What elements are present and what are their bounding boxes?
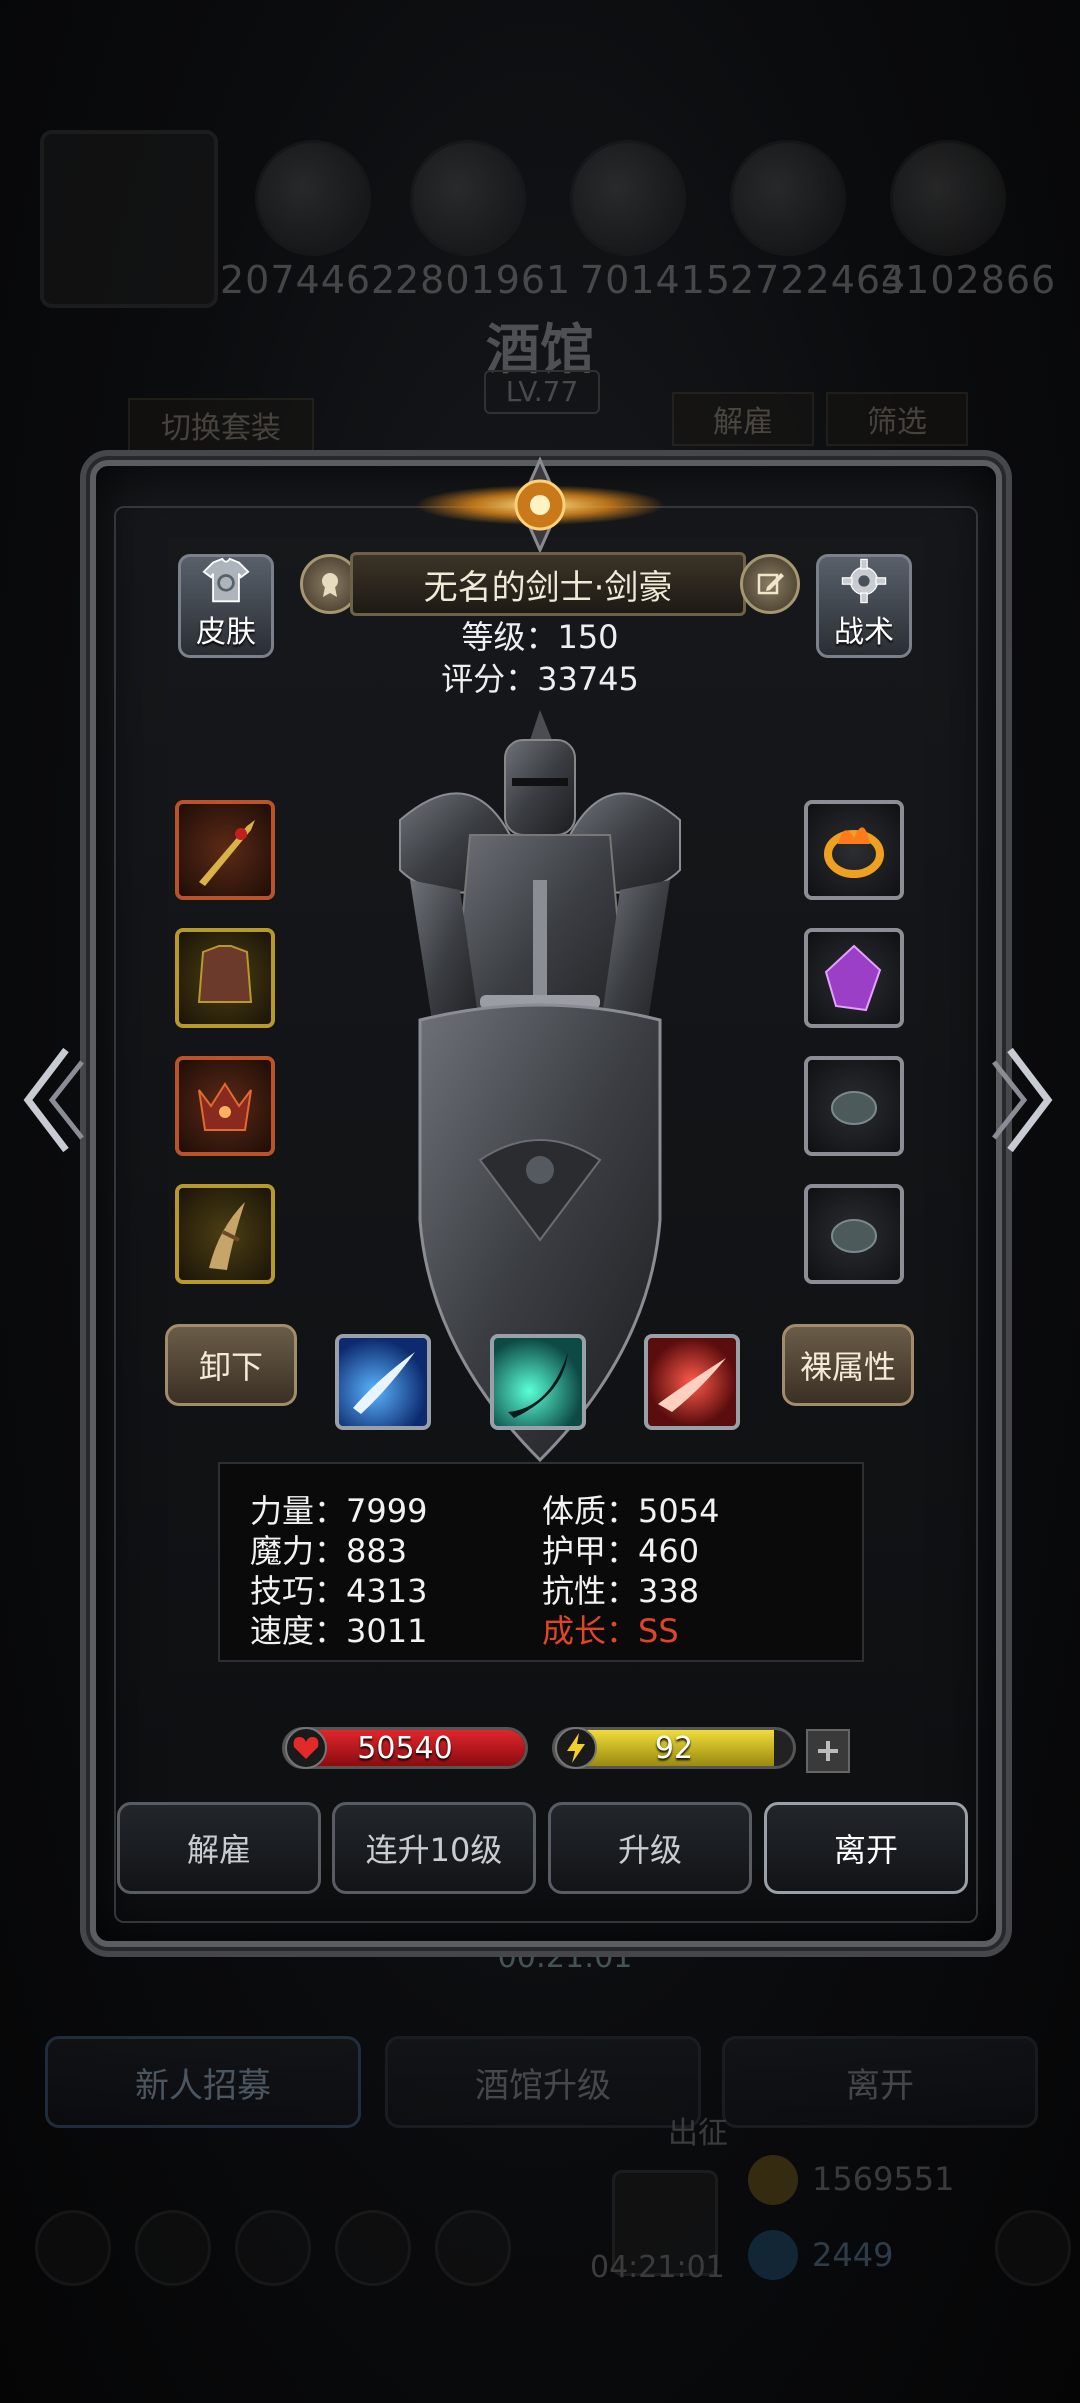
stone-icon (831, 1091, 877, 1125)
hero-level: 等级：150 (461, 618, 619, 656)
level-up-10-button[interactable]: 连升10级 (332, 1802, 536, 1894)
ring-slot[interactable] (804, 800, 904, 900)
stone-slot[interactable] (804, 1184, 904, 1284)
nav-icon[interactable] (335, 2210, 411, 2286)
claw-icon (209, 1202, 245, 1270)
avatar-frame (40, 130, 218, 308)
dismiss-button[interactable]: 解雇 (117, 1802, 321, 1894)
skill-slot[interactable] (335, 1334, 431, 1430)
leave-button[interactable]: 离开 (764, 1802, 968, 1894)
stat-speed: 速度：3011 (250, 1612, 428, 1650)
hero-score: 评分：33745 (441, 660, 639, 698)
leave-background-button[interactable]: 离开 (722, 2036, 1038, 2128)
tavern-level: LV.77 (484, 370, 600, 414)
plus-icon (818, 1741, 838, 1761)
resource-icon (570, 140, 686, 256)
previous-hero-arrow-icon[interactable] (16, 1040, 86, 1160)
hero-name-plate: 无名的剑士·剑豪 (350, 552, 746, 616)
resource-value: 701415 (580, 258, 732, 302)
expedition-label: 出征 (668, 2116, 728, 2151)
resource-icon (890, 140, 1006, 256)
edit-name-icon[interactable] (740, 554, 800, 614)
gold-coin-icon (748, 2155, 798, 2205)
helm-slot[interactable] (175, 1056, 275, 1156)
slash-blue-icon (353, 1352, 415, 1414)
nav-icon[interactable] (135, 2210, 211, 2286)
purple-crystal-icon (824, 944, 882, 1012)
sword-icon (199, 820, 255, 886)
stone-icon (831, 1219, 877, 1253)
nav-icon[interactable] (235, 2210, 311, 2286)
dismiss-tab-button[interactable]: 解雇 (672, 392, 814, 446)
level-up-button[interactable]: 升级 (548, 1802, 752, 1894)
heart-icon (285, 1727, 327, 1769)
shirt-refresh-icon (202, 557, 250, 603)
bottom-timer: 04:21:01 (590, 2250, 725, 2285)
stone-slot[interactable] (804, 1056, 904, 1156)
plus-icon[interactable] (995, 2210, 1071, 2286)
switch-outfit-button[interactable]: 切换套装 (128, 398, 314, 452)
resource-value: 2074462 (220, 258, 397, 302)
skill-slot[interactable] (490, 1334, 586, 1430)
slash-red-icon (658, 1358, 726, 1412)
hero-name: 无名的剑士·剑豪 (423, 567, 673, 608)
base-attributes-button[interactable]: 裸属性 (782, 1324, 914, 1406)
skill-slot[interactable] (644, 1334, 740, 1430)
resource-icon (410, 140, 526, 256)
chest-slot[interactable] (175, 928, 275, 1028)
gold-value: 1569551 (812, 2160, 955, 2198)
chest-armor-icon (197, 945, 253, 1003)
add-energy-button[interactable] (806, 1729, 850, 1773)
flame-ring-icon (824, 827, 884, 878)
gem-value: 2449 (812, 2236, 894, 2274)
gem-slot[interactable] (804, 928, 904, 1028)
stat-growth: 成长：SS (542, 1612, 679, 1650)
tavern-upgrade-button[interactable]: 酒馆升级 (385, 2036, 701, 2128)
filter-button[interactable]: 筛选 (826, 392, 968, 446)
gem-icon (748, 2230, 798, 2280)
resource-icon (730, 140, 846, 256)
nav-icon[interactable] (35, 2210, 111, 2286)
slash-cyan-icon (508, 1352, 568, 1418)
resource-value: 3102866 (880, 258, 1057, 302)
gear-icon (841, 558, 887, 604)
next-hero-arrow-icon[interactable] (990, 1040, 1060, 1160)
weapon-slot[interactable] (175, 800, 275, 900)
crest-emblem-icon (415, 456, 665, 554)
unequip-button[interactable]: 卸下 (165, 1324, 297, 1406)
recruit-button[interactable]: 新人招募 (45, 2036, 361, 2128)
nav-icon[interactable] (435, 2210, 511, 2286)
lightning-icon (555, 1727, 597, 1769)
stats-panel: 力量：7999 体质：5054 魔力：883 护甲：460 技巧：4313 抗性… (218, 1462, 864, 1662)
resource-value: 2801961 (395, 258, 572, 302)
demon-helm-icon (198, 1082, 252, 1131)
accessory-slot[interactable] (175, 1184, 275, 1284)
resource-icon (255, 140, 371, 256)
